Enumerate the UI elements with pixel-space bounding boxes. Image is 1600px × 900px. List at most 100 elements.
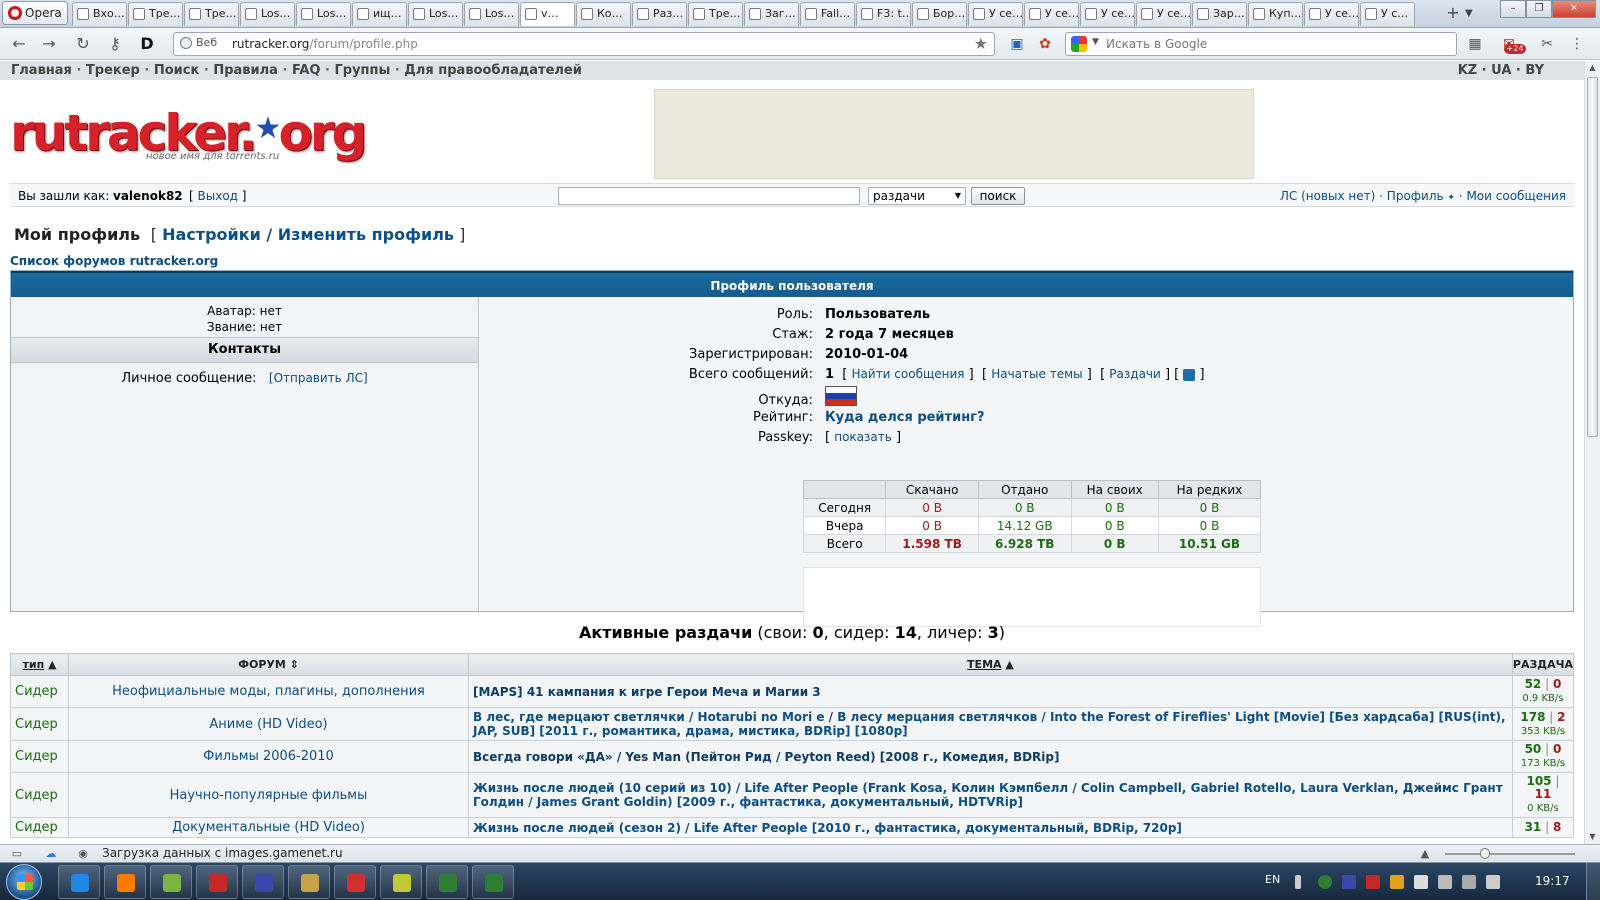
my-messages-link[interactable]: Мои сообщения — [1466, 189, 1566, 203]
browser-tab[interactable]: У с… — [1360, 2, 1415, 26]
browser-tab[interactable]: У се… — [968, 2, 1023, 26]
speed-dial-grid-icon[interactable]: ▦ — [1466, 35, 1484, 53]
col-type-header[interactable]: тип ▲ — [10, 653, 69, 676]
site-nav-link[interactable]: Группы — [334, 63, 390, 78]
language-links[interactable]: KZ · UA · BY — [1458, 63, 1544, 78]
browser-tab[interactable]: У се… — [1304, 2, 1359, 26]
taskbar-app-button[interactable] — [288, 865, 330, 899]
taskbar-app-button[interactable] — [380, 865, 422, 899]
browser-tab[interactable]: Тре… — [128, 2, 183, 26]
logout-link[interactable]: Выход — [198, 189, 238, 203]
releases-link[interactable]: Раздачи — [1109, 367, 1161, 381]
back-arrow-icon[interactable]: ← — [8, 34, 30, 54]
address-field[interactable]: Веб rutracker.org/forum/profile.php ★ — [173, 32, 995, 56]
browser-tab[interactable]: Los… — [296, 2, 351, 26]
browser-tab[interactable]: v… — [520, 2, 575, 26]
browser-tab[interactable]: ищ… — [352, 2, 407, 26]
reload-icon[interactable]: ↻ — [72, 34, 94, 54]
taskbar-app-button[interactable] — [426, 865, 468, 899]
zoom-slider-knob[interactable] — [1480, 848, 1490, 859]
row-topic-link[interactable]: В лес, где мерцают светлячки / Hotarubi … — [468, 707, 1513, 741]
tray-expand-icon[interactable] — [1295, 875, 1301, 889]
browser-tab[interactable]: F3: t… — [856, 2, 911, 26]
start-button[interactable] — [6, 864, 42, 900]
site-logo[interactable]: rutracker.★org новое имя для torrents.ru — [10, 101, 367, 167]
site-nav-link[interactable]: Поиск — [154, 63, 199, 78]
browser-tab[interactable]: Бор… — [912, 2, 967, 26]
row-topic-link[interactable]: Жизнь после людей (10 серий из 10) / Lif… — [468, 772, 1513, 818]
site-search-button[interactable]: поиск — [971, 187, 1025, 205]
scroll-down-arrow-icon[interactable]: ▼ — [1585, 830, 1600, 844]
panel-toggle-icon[interactable]: ▭ — [10, 847, 24, 860]
taskbar-app-button[interactable] — [150, 865, 192, 899]
extension-icon[interactable]: ✿ — [1036, 35, 1054, 53]
taskbar-app-button[interactable] — [242, 865, 284, 899]
col-topic-header[interactable]: ТЕМА ▲ — [468, 653, 1513, 676]
row-forum-link[interactable]: Аниме (HD Video) — [68, 707, 469, 741]
site-nav-link[interactable]: Главная — [11, 63, 72, 78]
taskbar-app-button[interactable] — [104, 865, 146, 899]
clock[interactable]: 19:17 — [1535, 874, 1570, 888]
forward-arrow-icon[interactable]: → — [38, 34, 60, 54]
search-engine-chevron-icon[interactable]: ▼ — [1092, 37, 1099, 47]
browser-tab[interactable]: Заг… — [744, 2, 799, 26]
started-topics-link[interactable]: Начатые темы — [991, 367, 1082, 381]
show-passkey-link[interactable]: показать — [834, 430, 892, 444]
tray-app-icon[interactable] — [1366, 875, 1380, 889]
taskbar-app-button[interactable] — [334, 865, 376, 899]
volume-icon[interactable] — [1486, 875, 1500, 889]
browser-tab[interactable]: У се… — [1024, 2, 1079, 26]
settings-link[interactable]: Настройки / Изменить профиль — [162, 225, 454, 244]
google-search-field[interactable]: ▼ Искать в Google — [1065, 32, 1457, 56]
pm-link[interactable]: ЛС (новых нет) — [1280, 189, 1375, 203]
find-posts-link[interactable]: Найти сообщения — [852, 367, 965, 381]
input-language[interactable]: EN — [1265, 873, 1280, 886]
browser-tab[interactable]: Куп… — [1248, 2, 1303, 26]
taskbar-app-button[interactable] — [472, 865, 514, 899]
rss-icon[interactable] — [1183, 368, 1196, 381]
tools-icon[interactable]: ✂ — [1538, 35, 1556, 53]
page-scrollbar[interactable]: ▲ ▼ — [1584, 61, 1600, 844]
tray-app-icon[interactable] — [1342, 875, 1356, 889]
scroll-up-arrow-icon[interactable]: ▲ — [1585, 61, 1600, 75]
row-topic-link[interactable]: Жизнь после людей (сезон 2) / Life After… — [468, 817, 1513, 838]
browser-tab[interactable]: Los… — [464, 2, 519, 26]
site-nav-link[interactable]: FAQ — [292, 63, 321, 78]
new-tab-plus-icon[interactable]: + — [1442, 4, 1464, 24]
browser-tab[interactable]: Тре… — [184, 2, 239, 26]
row-topic-link[interactable]: Всегда говори «ДА» / Yes Man (Пейтон Рид… — [468, 740, 1513, 773]
site-nav-link[interactable]: Трекер — [86, 63, 140, 78]
panel-toggle-icon[interactable]: ▣ — [1008, 35, 1026, 53]
close-window-icon[interactable]: ✕ — [1552, 0, 1596, 18]
browser-tab[interactable]: Раз… — [632, 2, 687, 26]
browser-tab[interactable]: Тре… — [688, 2, 743, 26]
browser-tab[interactable]: Los… — [408, 2, 463, 26]
browser-tab[interactable]: Los… — [240, 2, 295, 26]
minimize-icon[interactable]: – — [1500, 0, 1526, 18]
site-nav-link[interactable]: Для правообладателей — [404, 63, 582, 78]
search-scope-select[interactable]: раздачи ▼ — [868, 187, 966, 205]
forum-list-link[interactable]: Список форумов rutracker.org — [10, 254, 218, 268]
profile-menu-icon[interactable]: ✦ — [1447, 193, 1455, 203]
show-desktop-button[interactable] — [1586, 863, 1600, 900]
tray-app-icon[interactable] — [1438, 875, 1452, 889]
key-icon[interactable]: ⚷ — [104, 34, 126, 54]
rating-link[interactable]: Куда делся рейтинг? — [825, 410, 985, 425]
browser-tab[interactable]: Зар… — [1192, 2, 1247, 26]
network-icon[interactable] — [1462, 875, 1476, 889]
browser-tab[interactable]: У се… — [1136, 2, 1191, 26]
row-forum-link[interactable]: Фильмы 2006-2010 — [68, 740, 469, 773]
browser-tab[interactable]: Fall… — [800, 2, 855, 26]
site-search-input[interactable] — [558, 187, 860, 205]
restore-icon[interactable]: ❐ — [1526, 0, 1552, 18]
cloud-sync-icon[interactable]: ☁ — [44, 847, 58, 860]
col-forum-header[interactable]: ФОРУМ ⇕ — [68, 653, 469, 676]
tab-list-chevron-icon[interactable]: ▼ — [1465, 4, 1479, 24]
speed-dial-d-icon[interactable]: D — [136, 34, 158, 54]
send-pm-link[interactable]: [Отправить ЛС] — [269, 371, 368, 385]
opera-menu-button[interactable]: Opera — [2, 1, 68, 25]
menu-icon[interactable]: ⋮ — [1568, 35, 1586, 53]
browser-tab[interactable]: У се… — [1080, 2, 1135, 26]
row-topic-link[interactable]: [MAPS] 41 кампания к игре Герои Меча и М… — [468, 675, 1513, 708]
browser-tab[interactable]: Вхо… — [72, 2, 127, 26]
